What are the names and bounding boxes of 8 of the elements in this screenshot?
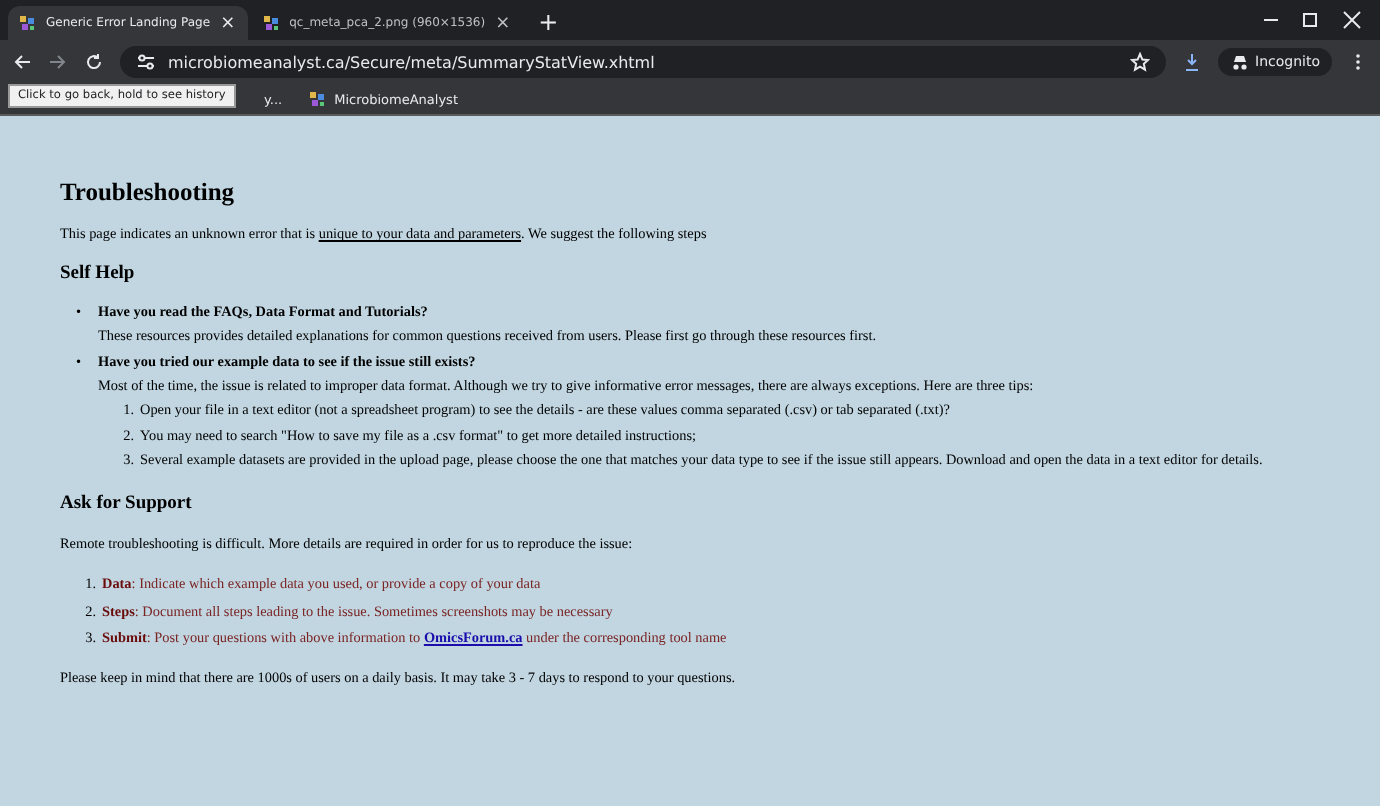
section-heading: Self Help <box>60 261 137 286</box>
new-tab-button[interactable]: + <box>538 8 559 40</box>
section-heading: Ask for Support <box>60 492 194 518</box>
tab-close-button[interactable]: × <box>220 13 236 33</box>
tab-close-button[interactable]: × <box>495 13 511 33</box>
page-title: Troubleshooting <box>60 176 237 209</box>
address-bar[interactable]: microbiomeanalyst.ca/Secure/meta/SummaryStatView.xhtml <box>120 46 1166 78</box>
url-text: microbiomeanalyst.ca/Secure/meta/SummaryStatView.xhtml <box>168 53 657 71</box>
